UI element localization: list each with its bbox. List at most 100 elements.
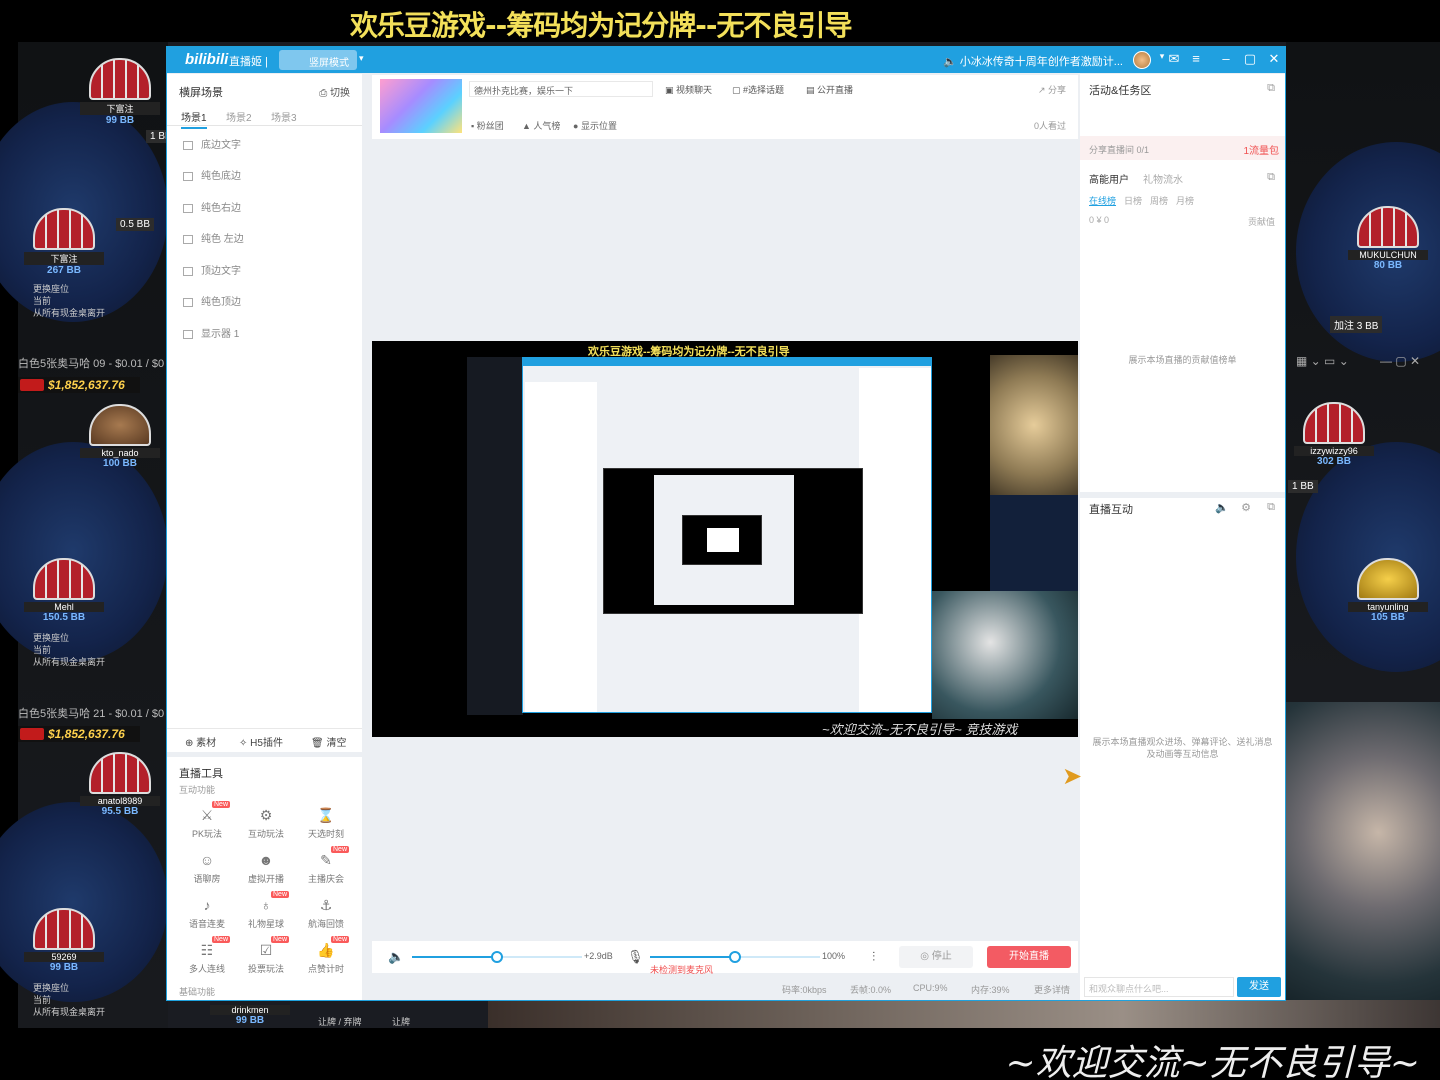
side-stack: 1 BB: [1288, 480, 1318, 493]
tool-voyage[interactable]: ⚓ 航海回馈: [301, 897, 351, 930]
room-info-bar: 德州扑克比赛，娱乐一下 ▣ 视频聊天 ▢ #选择话题 ▤ 公开直播 ↗ 分享 ▪…: [372, 75, 1078, 139]
check-fold-button[interactable]: 让牌 / 弃牌: [318, 1016, 362, 1028]
source-item[interactable]: 纯色顶边: [183, 293, 241, 308]
h5-plugin-button[interactable]: ✧ H5插件: [239, 734, 283, 749]
window-controls-icon[interactable]: — ▢ ✕: [1380, 354, 1420, 368]
poker-seat[interactable]: 下富注 99 BB: [80, 58, 160, 126]
poker-seat[interactable]: 下富注 267 BB: [24, 208, 104, 276]
flow-pack-reward: 1流量包: [1243, 146, 1279, 157]
tab-daily[interactable]: 日榜: [1124, 196, 1142, 206]
stream-preview[interactable]: 欢乐豆游戏--筹码均为记分牌--无不良引导 ~欢迎交流~无不良引导~ 竞技游戏: [372, 341, 1078, 737]
tool-label: 航海回馈: [307, 919, 344, 929]
tab-weekly[interactable]: 周榜: [1150, 196, 1168, 206]
public-live-button[interactable]: ▤ 公开直播: [806, 83, 853, 96]
table-felt: [0, 442, 168, 662]
tool-gift-planet[interactable]: ♁ New 礼物星球: [241, 891, 291, 930]
tab-high-energy-users[interactable]: 高能用户: [1089, 175, 1129, 186]
hole-cards: [89, 752, 151, 794]
expand-icon[interactable]: ⧉: [1267, 171, 1275, 184]
poker-seat[interactable]: MUKULCHUN 80 BB: [1348, 206, 1428, 271]
maximize-icon[interactable]: ▢: [1241, 51, 1259, 67]
share-button[interactable]: ↗ 分享: [1038, 83, 1066, 96]
table-layout-icon[interactable]: ▦ ⌄ ▭ ⌄: [1296, 354, 1349, 368]
user-avatar[interactable]: [1133, 51, 1151, 69]
poker-seat[interactable]: tanyunling 105 BB: [1348, 558, 1428, 623]
poker-seat[interactable]: drinkmen 99 BB: [210, 1003, 290, 1026]
monitor-icon: [183, 329, 193, 339]
expand-icon[interactable]: ⧉: [1267, 501, 1275, 514]
fan-club-button[interactable]: ▪ 粉丝团: [471, 119, 504, 132]
pk-icon: ⚔: [200, 807, 214, 823]
portrait-mode-toggle[interactable]: 竖屏模式: [279, 50, 357, 70]
source-item[interactable]: 显示器 1: [183, 325, 239, 340]
speaker-icon[interactable]: 🔈: [388, 949, 404, 965]
popularity-button[interactable]: ▲ 人气榜: [522, 119, 560, 132]
minimize-icon[interactable]: –: [1217, 51, 1235, 66]
tool-voice-room[interactable]: ☺ 语聊房: [182, 852, 232, 885]
check-button[interactable]: 让牌: [392, 1016, 410, 1028]
mail-icon[interactable]: ✉: [1165, 51, 1183, 67]
speaker-icon[interactable]: 🔈: [1215, 501, 1229, 514]
topic-button[interactable]: ▢ #选择话题: [732, 83, 784, 96]
announcement-ticker[interactable]: 🔈 小冰冰传奇十周年创作者激励计...: [943, 53, 1123, 69]
source-item[interactable]: 纯色 左边: [183, 230, 244, 245]
slider-knob[interactable]: [729, 951, 741, 963]
note-line: 当前: [33, 645, 52, 655]
source-item[interactable]: 纯色底边: [183, 167, 241, 182]
vote-icon: ☑: [259, 942, 273, 958]
tab-scene-1[interactable]: 场景1: [181, 109, 207, 129]
start-live-button[interactable]: 开始直播: [987, 946, 1071, 968]
switch-scene-button[interactable]: ⎙ 切换: [319, 84, 350, 99]
tool-vote[interactable]: ☑ New 投票玩法: [241, 936, 291, 975]
share-task-row[interactable]: 分享直播间 0/1 1流量包: [1080, 136, 1285, 160]
chevron-down-icon[interactable]: ▾: [359, 53, 364, 64]
more-details-link[interactable]: 更多详情: [1034, 983, 1070, 996]
tool-multi-link[interactable]: ☷ New 多人连线: [182, 936, 232, 975]
interaction-title: 直播互动: [1089, 504, 1133, 516]
tab-online[interactable]: 在线榜: [1089, 196, 1116, 206]
source-item[interactable]: 纯色右边: [183, 199, 241, 214]
add-material-button[interactable]: ⊕ 素材: [185, 734, 216, 749]
slider-knob[interactable]: [491, 951, 503, 963]
player-name: 下富注: [80, 102, 160, 115]
speaker-volume-slider[interactable]: [412, 951, 582, 963]
tool-voice-link[interactable]: ♪ 语音连麦: [182, 897, 232, 930]
microphone-icon[interactable]: 🎙: [627, 949, 644, 965]
tab-scene-3[interactable]: 场景3: [271, 109, 297, 124]
poker-seat[interactable]: anatol8989 95.5 BB: [80, 752, 160, 817]
poker-seat[interactable]: Mehl 150.5 BB: [24, 558, 104, 623]
chat-input[interactable]: 和观众聊点什么吧...: [1084, 977, 1234, 997]
tool-party[interactable]: ✎ New 主播庆会: [301, 846, 351, 885]
tool-interactive[interactable]: ⚙ 互动玩法: [241, 807, 291, 840]
tool-pk[interactable]: ⚔ New PK玩法: [182, 801, 232, 840]
poker-seat[interactable]: izzywizzy96 302 BB: [1294, 402, 1374, 467]
source-item[interactable]: 底边文字: [183, 136, 241, 151]
tool-virtual[interactable]: ☻ 虚拟开播: [241, 852, 291, 885]
mixer-icon[interactable]: ⫶: [872, 949, 875, 965]
tool-like-timer[interactable]: 👍 New 点赞计时: [301, 936, 351, 975]
tab-scene-2[interactable]: 场景2: [226, 109, 252, 124]
source-item[interactable]: 顶边文字: [183, 262, 241, 277]
tab-monthly[interactable]: 月榜: [1176, 196, 1194, 206]
tool-lottery[interactable]: ⌛ 天选时刻: [301, 807, 351, 840]
clear-button[interactable]: 🗑 清空: [311, 734, 346, 749]
room-title-input[interactable]: 德州扑克比赛，娱乐一下: [469, 81, 653, 97]
new-badge: New: [331, 846, 350, 853]
meta-label: 人气榜: [533, 121, 561, 131]
poker-seat[interactable]: 59269 99 BB: [24, 908, 104, 973]
slider-fill: [412, 956, 497, 958]
room-cover-image[interactable]: [380, 79, 462, 133]
menu-icon[interactable]: ≡: [1187, 51, 1205, 66]
close-icon[interactable]: ✕: [1265, 51, 1283, 67]
location-toggle[interactable]: ● 显示位置: [573, 119, 617, 132]
player-name: 下富注: [24, 252, 104, 265]
expand-icon[interactable]: ⧉: [1267, 82, 1275, 95]
stop-button[interactable]: ◎ 停止: [899, 946, 973, 968]
video-chat-button[interactable]: ▣ 视频聊天: [665, 83, 712, 96]
scene-panel: 横屏场景 ⎙ 切换 场景1 场景2 场景3 底边文字 纯色底边 纯色右边 纯色 …: [167, 74, 362, 728]
send-button[interactable]: 发送: [1237, 977, 1281, 997]
poker-seat[interactable]: kto_nado 100 BB: [80, 404, 160, 469]
gear-icon[interactable]: ⚙: [1241, 501, 1251, 514]
mic-volume-slider[interactable]: [650, 951, 820, 963]
tab-gift-log[interactable]: 礼物流水: [1143, 175, 1183, 186]
